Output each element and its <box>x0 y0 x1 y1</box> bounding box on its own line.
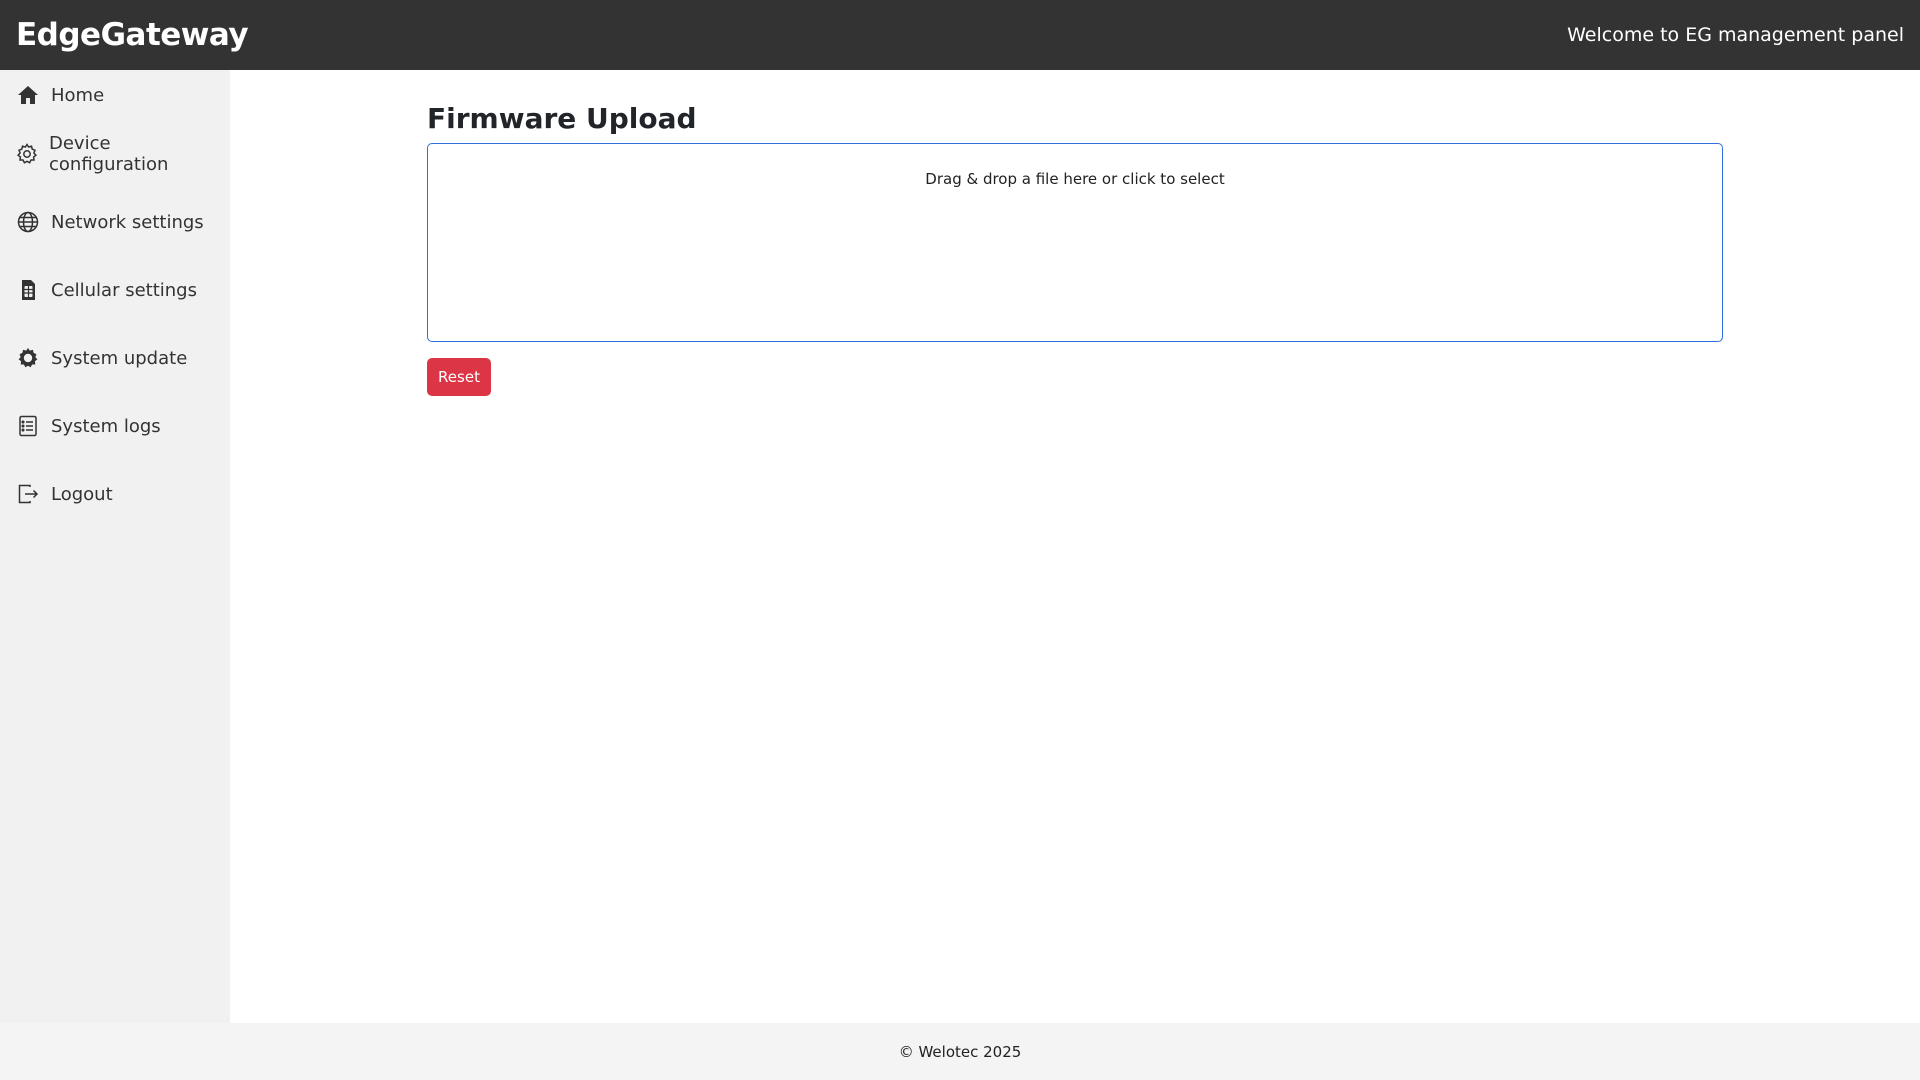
sidebar-item-home[interactable]: Home <box>0 70 230 120</box>
globe-icon <box>15 209 41 235</box>
sidebar-item-label: Cellular settings <box>51 279 197 301</box>
sidebar-item-system-update[interactable]: System update <box>0 324 230 392</box>
sidebar-item-device-configuration[interactable]: Device configuration <box>0 120 230 188</box>
gear-icon <box>15 141 39 167</box>
sidebar-item-system-logs[interactable]: System logs <box>0 392 230 460</box>
cog-filled-icon <box>15 345 41 371</box>
sidebar-item-label: System update <box>51 347 188 369</box>
logout-icon <box>15 481 41 507</box>
reset-button[interactable]: Reset <box>427 358 491 396</box>
dropzone-text: Drag & drop a file here or click to sele… <box>925 170 1225 188</box>
sidebar-item-cellular-settings[interactable]: Cellular settings <box>0 256 230 324</box>
brand-logo[interactable]: EdgeGateway <box>16 17 249 53</box>
sidebar: Home Device configuration Network settin… <box>0 70 230 1023</box>
page-title: Firmware Upload <box>427 102 697 135</box>
file-dropzone[interactable]: Drag & drop a file here or click to sele… <box>427 143 1723 342</box>
sim-card-icon <box>15 277 41 303</box>
top-bar: EdgeGateway Welcome to EG management pan… <box>0 0 1920 70</box>
sidebar-item-label: Home <box>51 84 105 106</box>
sidebar-item-network-settings[interactable]: Network settings <box>0 188 230 256</box>
sidebar-item-label: Device configuration <box>49 133 169 175</box>
sidebar-item-label: Network settings <box>51 211 204 233</box>
copyright-text: © Welotec 2025 <box>898 1042 1022 1061</box>
sidebar-item-logout[interactable]: Logout <box>0 460 230 528</box>
footer: © Welotec 2025 <box>0 1023 1920 1080</box>
main-content: Firmware Upload Drag & drop a file here … <box>230 70 1920 1023</box>
welcome-text: Welcome to EG management panel <box>1567 24 1904 46</box>
home-icon <box>15 82 41 108</box>
sidebar-item-label: System logs <box>51 415 161 437</box>
list-document-icon <box>15 413 41 439</box>
sidebar-item-label: Logout <box>51 483 113 505</box>
